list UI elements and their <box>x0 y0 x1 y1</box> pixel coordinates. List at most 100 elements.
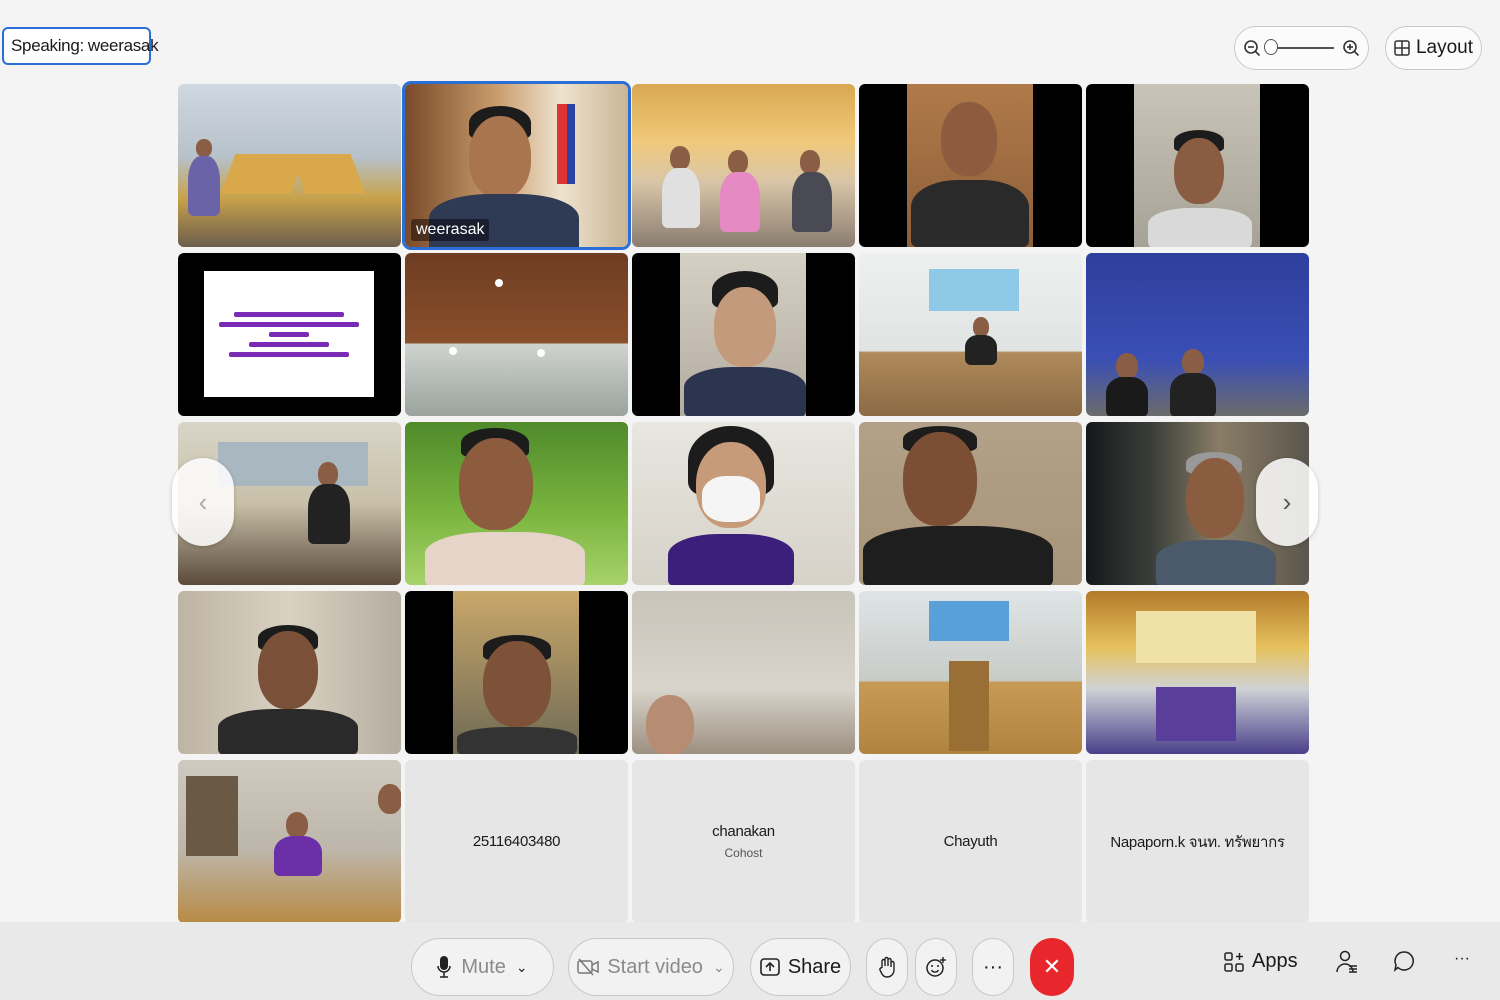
chevron-down-icon[interactable]: ⌄ <box>516 959 528 976</box>
video-tile[interactable] <box>178 760 401 923</box>
participant-figure <box>714 287 776 367</box>
participant-figure <box>911 180 1029 247</box>
reactions-button[interactable] <box>915 938 957 996</box>
participant-figure <box>1170 373 1216 416</box>
video-tile[interactable] <box>859 422 1082 585</box>
participant-tile-no-video[interactable]: 25116403480 <box>405 760 628 923</box>
participant-figure <box>1106 377 1148 416</box>
participant-figure <box>1156 540 1276 585</box>
slide-text-line <box>229 351 349 357</box>
close-icon: ✕ <box>1042 954 1062 979</box>
chevron-right-icon: › <box>1282 486 1292 517</box>
zoom-slider-handle[interactable] <box>1263 39 1278 55</box>
video-tile[interactable] <box>632 253 855 416</box>
next-page-button[interactable]: › <box>1256 458 1318 546</box>
participant-figure <box>274 836 322 876</box>
start-video-button[interactable]: Start video ⌄ <box>568 938 734 996</box>
participant-name: chanakan <box>712 823 775 840</box>
speaking-label: Speaking: <box>11 36 84 55</box>
participant-figure <box>684 367 806 416</box>
apps-label: Apps <box>1252 950 1298 972</box>
participant-figure <box>425 532 585 585</box>
video-tile[interactable] <box>405 253 628 416</box>
participant-name: 25116403480 <box>472 833 561 850</box>
video-tile[interactable] <box>405 591 628 754</box>
video-tile[interactable] <box>632 591 855 754</box>
participant-figure <box>670 146 690 170</box>
meeting-table <box>1156 687 1236 741</box>
participant-figure <box>728 150 748 174</box>
video-tile[interactable] <box>1086 253 1309 416</box>
participant-figure <box>378 784 401 814</box>
share-button[interactable]: Share <box>750 938 851 996</box>
meeting-table <box>290 154 366 194</box>
slide-text-line <box>219 321 359 327</box>
participant-tile-no-video[interactable]: Chayuth <box>859 760 1082 923</box>
zoom-slider[interactable] <box>1263 39 1334 55</box>
participant-figure <box>1174 138 1224 204</box>
overflow-menu-button[interactable]: ··· <box>1454 950 1470 968</box>
video-tile[interactable] <box>1086 591 1309 754</box>
participant-figure <box>218 709 358 754</box>
participant-figure <box>196 139 212 157</box>
video-tile[interactable] <box>632 84 855 247</box>
video-tile-active-speaker[interactable]: weerasak <box>405 84 628 247</box>
video-tile[interactable] <box>859 84 1082 247</box>
more-options-button[interactable]: ··· <box>972 938 1014 996</box>
participant-figure <box>941 102 997 176</box>
slide-text-line <box>269 331 309 337</box>
participant-name-tag: weerasak <box>411 219 490 241</box>
participant-figure <box>1116 353 1138 379</box>
end-call-button[interactable]: ✕ <box>1030 938 1074 996</box>
zoom-out-icon[interactable] <box>1243 39 1261 57</box>
video-tile[interactable] <box>859 253 1082 416</box>
chevron-down-icon[interactable]: ⌄ <box>713 959 725 976</box>
participant-figure <box>457 727 577 754</box>
participant-figure <box>483 641 551 727</box>
wall-banner <box>1136 611 1256 663</box>
start-video-label: Start video <box>607 955 703 978</box>
raise-hand-button[interactable] <box>866 938 908 996</box>
video-tile[interactable] <box>405 422 628 585</box>
slide-text-line <box>234 311 344 317</box>
raise-hand-icon <box>879 956 895 978</box>
participant-figure <box>1186 458 1244 538</box>
participant-role: Cohost <box>724 846 763 860</box>
video-tile[interactable] <box>1086 84 1309 247</box>
participant-figure <box>903 432 977 526</box>
ceiling-light <box>449 347 457 355</box>
participant-figure <box>286 812 308 838</box>
video-tile[interactable] <box>178 253 401 416</box>
grid-layout-icon <box>1394 40 1410 56</box>
video-tile[interactable] <box>178 84 401 247</box>
participant-figure <box>459 438 533 530</box>
video-tile[interactable] <box>178 591 401 754</box>
participant-name: Chayuth <box>943 833 998 850</box>
wall-screen <box>929 601 1009 641</box>
shared-slide <box>204 271 374 397</box>
ceiling-light <box>495 279 503 287</box>
participant-figure <box>646 695 694 754</box>
zoom-control[interactable] <box>1234 26 1369 70</box>
participant-figure <box>965 335 997 365</box>
video-tile[interactable] <box>859 591 1082 754</box>
zoom-in-icon[interactable] <box>1342 39 1360 57</box>
emoji-icon <box>925 956 947 978</box>
mute-button[interactable]: Mute ⌄ <box>411 938 554 996</box>
apps-button[interactable]: Apps <box>1224 950 1298 973</box>
wall-banner <box>218 442 368 486</box>
participant-tile-no-video[interactable]: chanakan Cohost <box>632 760 855 923</box>
mute-label: Mute <box>461 955 506 978</box>
layout-button[interactable]: Layout <box>1385 26 1482 70</box>
participant-tile-no-video[interactable]: Napaporn.k จนท. ทรัพยากร <box>1086 760 1309 923</box>
previous-page-button[interactable]: ‹ <box>172 458 234 546</box>
video-tile[interactable] <box>632 422 855 585</box>
participants-button[interactable] <box>1336 950 1358 974</box>
flag <box>567 104 575 184</box>
participant-figure <box>668 534 794 585</box>
participant-figure <box>662 168 700 228</box>
wall-screen <box>929 269 1019 311</box>
meeting-control-bar: Mute ⌄ Start video ⌄ Share ··· ✕ Apps ··… <box>0 922 1500 1000</box>
participant-figure <box>973 317 989 337</box>
chat-button[interactable] <box>1393 950 1415 972</box>
